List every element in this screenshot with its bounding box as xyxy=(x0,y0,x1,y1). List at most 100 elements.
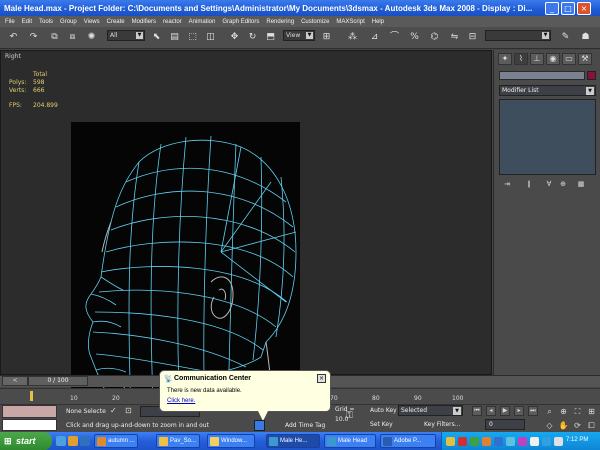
bind-space-warp-icon[interactable]: ✺ xyxy=(86,32,97,43)
play-icon[interactable]: ▶ xyxy=(500,406,510,416)
remove-modifier-icon[interactable]: ⊕ xyxy=(558,180,568,189)
utilities-tab-icon[interactable]: ⚒ xyxy=(578,53,592,65)
create-tab-icon[interactable]: ✦ xyxy=(498,53,512,65)
make-unique-icon[interactable]: ∀ xyxy=(544,180,554,189)
menu-maxscript[interactable]: MAXScript xyxy=(333,19,368,25)
pivot-point-icon[interactable]: ⊞ xyxy=(321,32,332,43)
modifier-stack[interactable] xyxy=(499,99,596,175)
tray-icon[interactable] xyxy=(446,437,455,446)
selection-filter-dropdown[interactable]: All ▼ xyxy=(107,30,145,41)
orbit-icon[interactable]: ⟳ xyxy=(572,420,583,431)
redo-icon[interactable]: ↷ xyxy=(28,32,39,43)
set-key-button[interactable]: Set Key xyxy=(370,421,393,428)
configure-modifier-sets-icon[interactable]: ▦ xyxy=(576,180,586,189)
menu-modifiers[interactable]: Modifiers xyxy=(129,19,160,25)
taskbar-item[interactable]: autumn ... xyxy=(94,434,138,448)
close-button[interactable]: × xyxy=(577,1,591,15)
window-crossing-icon[interactable]: ◫ xyxy=(205,32,216,43)
align-icon[interactable]: ⊟ xyxy=(467,32,478,43)
zoom-icon[interactable]: ⌕ xyxy=(544,406,555,417)
menu-help[interactable]: Help xyxy=(369,19,388,25)
minimize-button[interactable]: _ xyxy=(545,1,559,15)
key-icon[interactable]: ⚿ xyxy=(346,411,360,421)
move-icon[interactable]: ✥ xyxy=(229,32,240,43)
tray-icon[interactable] xyxy=(542,437,551,446)
field-of-view-icon[interactable]: ◇ xyxy=(544,420,555,431)
tray-icon[interactable] xyxy=(494,437,503,446)
key-selection-dropdown[interactable]: Selected ▼ xyxy=(398,405,463,416)
modifier-list-dropdown[interactable]: Modifier List ▼ xyxy=(499,85,596,96)
menu-create[interactable]: Create xyxy=(104,19,129,25)
hierarchy-tab-icon[interactable]: ⊥ xyxy=(530,53,544,65)
rotate-icon[interactable]: ↻ xyxy=(247,32,258,43)
menu-reactor[interactable]: reactor xyxy=(160,19,186,25)
taskbar-item[interactable]: Pav_So... xyxy=(156,434,200,448)
lock-selection-icon[interactable]: ✓ xyxy=(110,406,120,416)
viewport-label[interactable]: Right xyxy=(5,53,21,60)
menu-tools[interactable]: Tools xyxy=(36,19,57,25)
next-frame-icon[interactable]: ▸ xyxy=(514,406,524,416)
taskbar-item[interactable]: Window... xyxy=(207,434,255,448)
menu-animation[interactable]: Animation xyxy=(186,19,220,25)
taskbar-item[interactable]: Male Head xyxy=(324,434,376,448)
go-to-start-icon[interactable]: ⏮ xyxy=(472,406,482,416)
modify-tab-icon[interactable]: ⌇ xyxy=(514,53,528,65)
render-icon[interactable]: ☗ xyxy=(580,32,591,43)
motion-tab-icon[interactable]: ◉ xyxy=(546,53,560,65)
display-tab-icon[interactable]: ▭ xyxy=(562,53,576,65)
show-desktop-icon[interactable] xyxy=(56,436,66,446)
percent-snap-icon[interactable]: % xyxy=(409,32,420,43)
curve-editor-icon[interactable]: ✎ xyxy=(560,32,571,43)
spinner-snap-icon[interactable]: ⌬ xyxy=(429,32,440,43)
pin-stack-icon[interactable]: ⇥ xyxy=(502,180,512,189)
tray-icon[interactable] xyxy=(482,437,491,446)
ie-icon[interactable] xyxy=(80,436,90,446)
menu-group[interactable]: Group xyxy=(57,19,81,25)
maximize-button[interactable]: □ xyxy=(561,1,575,15)
taskbar-item[interactable]: Adobe P... xyxy=(380,434,436,448)
tray-icon[interactable] xyxy=(470,437,479,446)
undo-icon[interactable]: ↶ xyxy=(8,32,19,43)
balloon-link[interactable]: Click here. xyxy=(167,398,195,404)
zoom-extents-all-icon[interactable]: ⊞ xyxy=(586,406,597,417)
zoom-all-icon[interactable]: ⊕ xyxy=(558,406,569,417)
communication-center-button[interactable] xyxy=(254,420,265,431)
viewport-right[interactable]: Right Total Polys: 598 Verts: 666 FPS: 204.… xyxy=(0,50,492,415)
rectangular-selection-icon[interactable]: ⬚ xyxy=(187,32,198,43)
object-name-field[interactable] xyxy=(499,71,585,80)
menu-rendering[interactable]: Rendering xyxy=(263,19,298,25)
named-selection-dropdown[interactable]: ▼ xyxy=(485,30,551,41)
time-slider-frame-counter[interactable]: 0 / 100 xyxy=(28,376,88,386)
maxscript-listener-mini[interactable] xyxy=(2,405,57,418)
add-time-tag-button[interactable]: Add Time Tag xyxy=(285,422,325,429)
current-frame-field[interactable]: 0 xyxy=(485,419,525,430)
auto-key-button[interactable]: Auto Key xyxy=(370,407,397,414)
angle-snap-icon[interactable]: ⌒ xyxy=(389,32,400,43)
tray-icon[interactable] xyxy=(518,437,527,446)
quick-launch-icon[interactable] xyxy=(68,436,78,446)
key-filters-button[interactable]: Key Filters... xyxy=(424,421,461,428)
tray-icon[interactable] xyxy=(530,437,539,446)
taskbar-item-active[interactable]: Male He... xyxy=(266,434,320,448)
balloon-close-button[interactable]: × xyxy=(317,374,326,383)
show-end-result-icon[interactable]: ∥ xyxy=(524,180,534,189)
select-by-name-icon[interactable]: ▤ xyxy=(169,32,180,43)
menu-graph-editors[interactable]: Graph Editors xyxy=(219,19,263,25)
select-object-icon[interactable]: ⬉ xyxy=(151,32,162,43)
object-color-swatch[interactable] xyxy=(587,71,596,80)
menu-views[interactable]: Views xyxy=(81,19,104,25)
tray-icon[interactable] xyxy=(506,437,515,446)
time-slider-prev-icon[interactable]: < xyxy=(2,376,28,386)
pan-icon[interactable]: ✋ xyxy=(558,420,569,431)
menu-customize[interactable]: Customize xyxy=(298,19,333,25)
go-to-end-icon[interactable]: ⏭ xyxy=(528,406,538,416)
maxscript-output-mini[interactable] xyxy=(2,419,57,431)
absolute-transform-icon[interactable]: ⊡ xyxy=(125,406,135,416)
reference-coordinate-dropdown[interactable]: View ▼ xyxy=(283,30,315,41)
tray-icon[interactable] xyxy=(458,437,467,446)
unlink-icon[interactable]: ⧈ xyxy=(67,32,78,43)
mirror-icon[interactable]: ⇋ xyxy=(449,32,460,43)
maximize-viewport-icon[interactable]: ⧠ xyxy=(586,420,597,431)
previous-frame-icon[interactable]: ◂ xyxy=(486,406,496,416)
menu-file[interactable]: File xyxy=(2,19,19,25)
